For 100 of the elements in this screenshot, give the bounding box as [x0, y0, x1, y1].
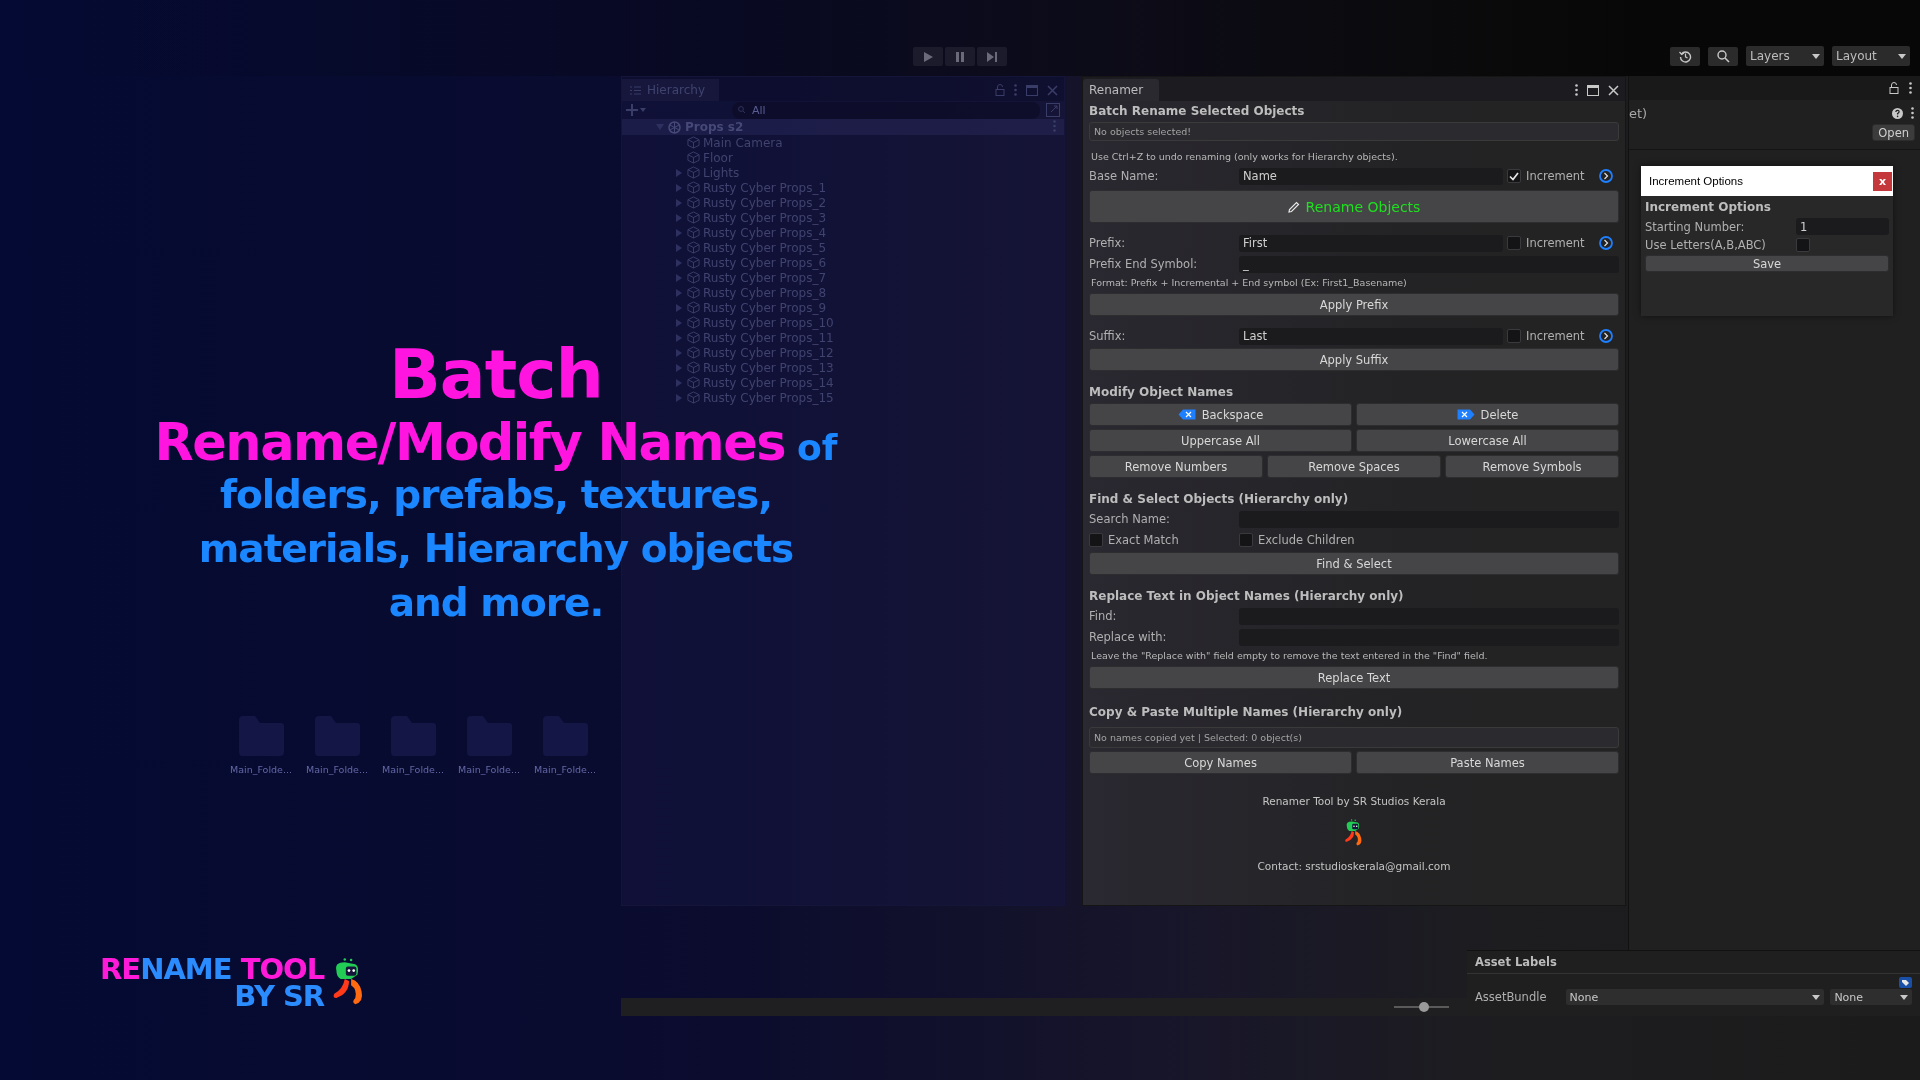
scene-icon — [668, 120, 681, 134]
cube-icon — [687, 136, 700, 149]
field-label: Base Name: — [1089, 169, 1160, 183]
lock-icon — [995, 84, 1005, 96]
section-heading: Batch Rename Selected Objects — [1089, 103, 1306, 119]
delete-key-icon — [1456, 409, 1475, 420]
cube-icon — [687, 316, 700, 329]
maximize-icon — [1587, 84, 1599, 96]
modify-button[interactable]: Lowercase All — [1356, 429, 1619, 452]
option-checkbox[interactable] — [1089, 533, 1103, 547]
field-label: Search Name: — [1089, 512, 1171, 526]
promo-line: and more. — [388, 579, 604, 627]
cube-icon — [687, 331, 700, 344]
cube-icon — [687, 226, 700, 239]
option-checkbox[interactable] — [1239, 533, 1253, 547]
increment-checkbox[interactable] — [1507, 236, 1521, 250]
maximize-icon — [1026, 84, 1038, 96]
use-letters-checkbox[interactable] — [1796, 238, 1810, 252]
renamer-tab[interactable]: Renamer — [1083, 79, 1160, 101]
field-label: Suffix: — [1089, 329, 1127, 343]
close-icon — [1047, 84, 1058, 96]
section-heading: Replace Text in Object Names (Hierarchy only) — [1089, 588, 1405, 604]
section-heading: Copy & Paste Multiple Names (Hierarchy only) — [1089, 704, 1404, 720]
asset-bundle-dropdown[interactable]: None — [1565, 989, 1825, 1005]
logo-text: BY SR — [234, 983, 325, 1010]
layout-dropdown[interactable]: Layout — [1832, 46, 1910, 66]
arrow-circle-icon — [1599, 329, 1613, 343]
close-icon — [1608, 84, 1619, 96]
starting-number-field[interactable]: 1 — [1796, 218, 1889, 235]
expanded-arrow-icon — [656, 123, 664, 131]
play-button[interactable] — [913, 47, 943, 66]
list-icon — [630, 85, 641, 95]
section-heading: Find & Select Objects (Hierarchy only) — [1089, 491, 1350, 507]
more-icon — [1014, 84, 1017, 96]
layers-dropdown[interactable]: Layers — [1746, 46, 1824, 66]
promo-line: folders, prefabs, textures, — [219, 471, 773, 519]
step-button[interactable] — [977, 47, 1007, 66]
history-icon — [1678, 49, 1692, 63]
folder-label: Main_Folde... — [382, 764, 444, 775]
cube-icon — [687, 301, 700, 314]
slider-thumb[interactable] — [1419, 1002, 1430, 1012]
variant-dropdown[interactable]: None — [1830, 989, 1912, 1005]
increment-label: Increment — [1526, 169, 1585, 183]
increment-label: Increment — [1526, 329, 1585, 343]
base-name-field[interactable]: Name — [1239, 167, 1503, 185]
modify-button[interactable]: Uppercase All — [1089, 429, 1352, 452]
history-button[interactable] — [1670, 46, 1700, 66]
modify-button[interactable]: Remove Numbers — [1089, 455, 1263, 478]
cube-icon — [687, 376, 700, 389]
more-icon — [1909, 82, 1912, 94]
folder-label: Main_Folde... — [458, 764, 520, 775]
folder-label: Main_Folde... — [306, 764, 368, 775]
save-button[interactable]: Save — [1645, 255, 1889, 272]
asset-bundle-label: AssetBundle — [1475, 990, 1548, 1004]
end-symbol-field[interactable]: _ — [1239, 255, 1619, 273]
promo-connector: of — [797, 430, 838, 466]
status-box: No names copied yet | Selected: 0 object(s) — [1089, 727, 1619, 748]
apply-prefix-button[interactable]: Apply Prefix — [1089, 293, 1619, 316]
step-icon — [987, 51, 997, 62]
more-icon — [1911, 107, 1914, 119]
checkmark-icon — [1509, 171, 1519, 181]
rename-button[interactable]: Rename Objects — [1089, 190, 1619, 223]
modify-button[interactable]: Backspace — [1089, 403, 1352, 426]
caret-icon — [1812, 53, 1820, 59]
field-label: Prefix End Symbol: — [1089, 257, 1199, 271]
cube-icon — [687, 271, 700, 284]
logo-text: RENAME TOOL — [100, 956, 325, 983]
suffix-field[interactable]: Last — [1239, 327, 1503, 345]
prefix-field[interactable]: First — [1239, 234, 1503, 252]
tag-icon — [1899, 977, 1912, 988]
cube-icon — [687, 196, 700, 209]
caret-icon — [1898, 53, 1906, 59]
status-box: No objects selected! — [1089, 122, 1619, 141]
find-select-button[interactable]: Find & Select — [1089, 552, 1619, 575]
cube-icon — [687, 166, 700, 179]
modify-button[interactable]: Delete — [1356, 403, 1619, 426]
open-button[interactable]: Open — [1872, 124, 1915, 141]
folder-label: Main_Folde... — [230, 764, 292, 775]
cube-icon — [687, 361, 700, 374]
copy-paste-button[interactable]: Copy Names — [1089, 751, 1352, 774]
close-button[interactable]: x — [1873, 171, 1892, 191]
apply-suffix-button[interactable]: Apply Suffix — [1089, 348, 1619, 371]
pause-icon — [956, 51, 964, 62]
dialog-title: Increment Options — [1649, 175, 1743, 187]
cube-icon — [687, 256, 700, 269]
pause-button[interactable] — [945, 47, 975, 66]
replace-text-button[interactable]: Replace Text — [1089, 666, 1619, 689]
modify-button[interactable]: Remove Spaces — [1267, 455, 1441, 478]
search-icon — [1716, 49, 1730, 63]
contact-text: Contact: srstudioskerala@gmail.com — [1257, 859, 1451, 872]
increment-checkbox[interactable] — [1507, 329, 1521, 343]
modify-button[interactable]: Remove Symbols — [1445, 455, 1619, 478]
copy-paste-button[interactable]: Paste Names — [1356, 751, 1619, 774]
cube-icon — [687, 211, 700, 224]
folder-label: Main_Folde... — [534, 764, 596, 775]
cube-icon — [687, 286, 700, 299]
search-button[interactable] — [1708, 46, 1738, 66]
increment-checkbox[interactable] — [1507, 169, 1521, 183]
cube-icon — [687, 241, 700, 254]
field-label: Starting Number: — [1645, 219, 1746, 234]
